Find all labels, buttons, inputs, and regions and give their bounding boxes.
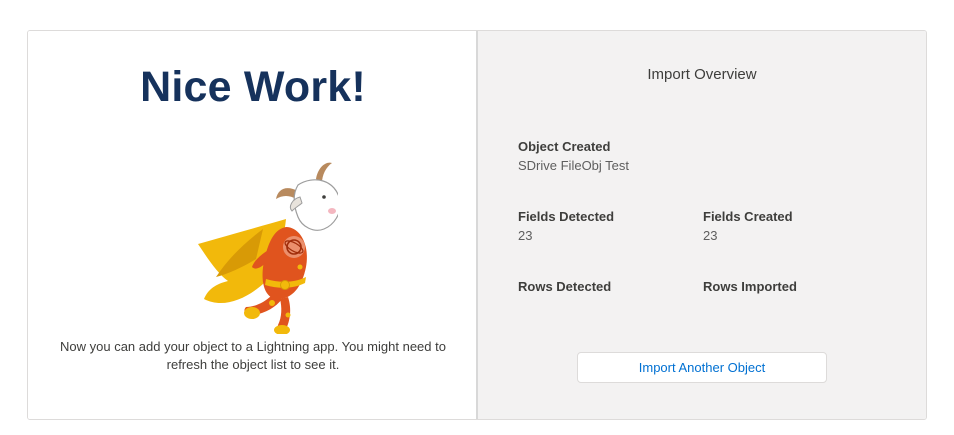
fields-created-value: 23: [703, 228, 718, 243]
success-panel: Nice Work! Now you can add your object t…: [28, 31, 478, 419]
rows-detected-label: Rows Detected: [518, 279, 612, 294]
rows-detected-field: Rows Detected: [518, 279, 611, 317]
fields-detected-value: 23: [518, 228, 533, 243]
object-created-value: SDrive FileObj Test: [518, 158, 630, 173]
import-result-card: Nice Work! Now you can add your object t…: [27, 30, 927, 420]
rows-imported-field: Rows Imported: [703, 279, 797, 317]
fields-detected-label: Fields Detected: [518, 209, 615, 224]
overview-title: Import Overview: [647, 66, 757, 83]
import-another-object-button[interactable]: Import Another Object: [577, 352, 827, 383]
success-message: Now you can add your object to a Lightni…: [60, 339, 446, 372]
superhero-goat-icon: [198, 162, 338, 334]
rows-imported-value: [703, 298, 797, 317]
fields-created-field: Fields Created 23: [703, 209, 793, 247]
rows-detected-value: [518, 298, 611, 317]
object-created-field: Object Created SDrive FileObj Test: [518, 139, 629, 177]
fields-created-label: Fields Created: [703, 209, 793, 224]
rows-imported-label: Rows Imported: [703, 279, 797, 294]
object-created-label: Object Created: [518, 139, 611, 154]
success-headline: Nice Work!: [140, 63, 366, 111]
import-overview-panel: Import Overview Object Created SDrive Fi…: [478, 31, 926, 419]
fields-detected-field: Fields Detected 23: [518, 209, 614, 247]
